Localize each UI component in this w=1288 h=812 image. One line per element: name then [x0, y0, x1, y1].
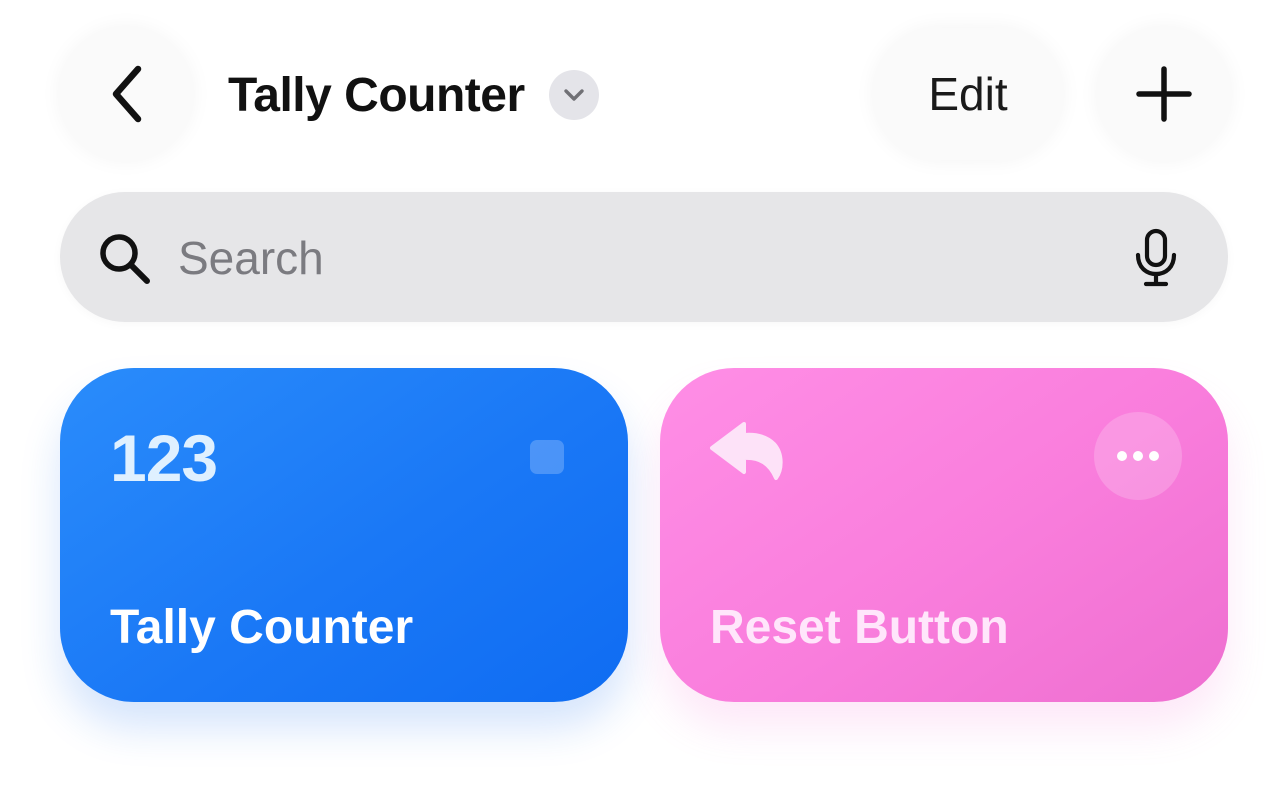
search-input[interactable]	[178, 222, 1078, 294]
square-icon	[530, 440, 564, 474]
back-button[interactable]	[60, 28, 192, 160]
chevron-left-icon	[112, 65, 142, 123]
more-options-button[interactable]	[1094, 412, 1182, 500]
plus-icon	[1136, 66, 1192, 122]
shortcut-card-tally-counter[interactable]: 123 Tally Counter	[60, 368, 628, 702]
shortcut-card-reset-button[interactable]: Reset Button	[660, 368, 1228, 702]
ellipsis-icon	[1117, 451, 1159, 461]
edit-button[interactable]: Edit	[874, 28, 1062, 160]
title-menu[interactable]: Tally Counter	[228, 58, 599, 132]
shortcuts-screen: Tally Counter Edit 123 Tally Counter	[0, 0, 1288, 812]
title-dropdown-button[interactable]	[548, 70, 599, 120]
search-icon	[100, 234, 150, 284]
page-title: Tally Counter	[228, 68, 525, 122]
shortcut-label: Tally Counter	[110, 601, 414, 654]
shortcut-label: Reset Button	[710, 601, 1009, 654]
add-shortcut-button[interactable]	[1098, 28, 1230, 160]
microphone-icon[interactable]	[1132, 228, 1180, 288]
reply-arrow-icon	[710, 422, 783, 480]
chevron-down-icon	[563, 89, 584, 101]
counter-value: 123	[110, 421, 218, 495]
